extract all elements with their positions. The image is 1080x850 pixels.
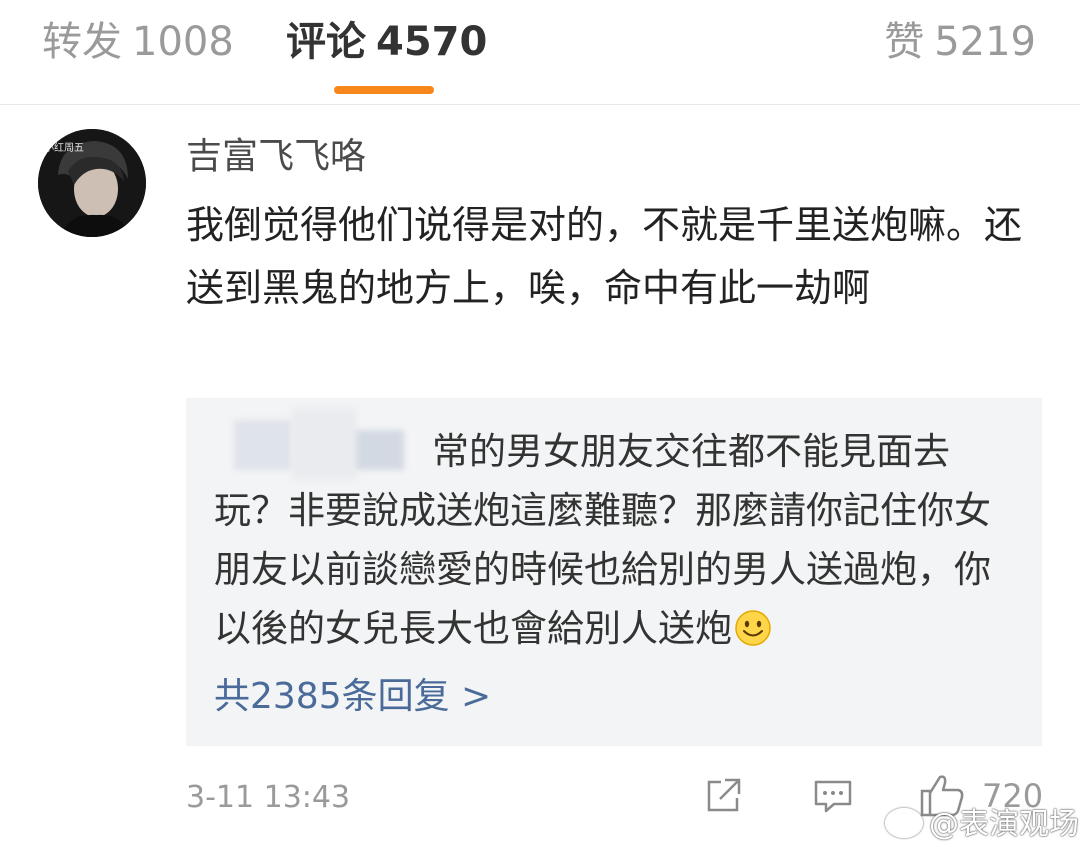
comment-text: 我倒觉得他们说得是对的，不就是千里送炮嘛。还送到黑鬼的地方上，唉，命中有此一劫啊 (186, 203, 1023, 310)
watermark-text: @表演观场 (929, 807, 1079, 842)
tab-likes[interactable]: 赞 5219 (884, 14, 1036, 70)
smile-emoji-icon (734, 605, 772, 664)
reply-icon[interactable] (812, 776, 854, 820)
tab-repost-count: 1008 (132, 19, 234, 65)
tab-likes-count: 5219 (934, 19, 1036, 65)
svg-text:小红周五: 小红周五 (44, 141, 84, 154)
comment-username[interactable]: 吉富飞飞咯 (186, 132, 366, 182)
tab-repost-label: 转发 (42, 19, 122, 65)
tab-comments-label: 评论 (286, 19, 366, 65)
tab-likes-label: 赞 (884, 19, 925, 65)
reply-text-content: 常的男女朋友交往都不能見面去玩？非要說成送炮這麼難聽？那麼請你記住你女朋友以前談… (214, 430, 991, 650)
reply-preview[interactable]: 常的男女朋友交往都不能見面去玩？非要說成送炮這麼難聽？那麼請你記住你女朋友以前談… (186, 398, 1042, 746)
weibo-logo-icon (885, 808, 923, 838)
watermark: @表演观场 (885, 805, 1079, 845)
comment-tabs: 转发 1008 评论 4570 赞 5219 (0, 0, 1080, 105)
avatar[interactable]: 小红周五 (38, 129, 146, 237)
reply-text: 常的男女朋友交往都不能見面去玩？非要說成送炮這麼難聽？那麼請你記住你女朋友以前談… (214, 422, 1014, 664)
tab-repost[interactable]: 转发 1008 (42, 14, 234, 70)
tab-comments[interactable]: 评论 4570 (286, 14, 487, 70)
comment-timestamp: 3-11 13:43 (186, 780, 351, 815)
avatar-image: 小红周五 (38, 129, 146, 237)
active-tab-indicator (334, 86, 434, 94)
tab-comments-count: 4570 (376, 19, 488, 65)
share-icon[interactable] (703, 776, 745, 820)
more-replies-link[interactable]: 共2385条回复 > (214, 672, 491, 722)
